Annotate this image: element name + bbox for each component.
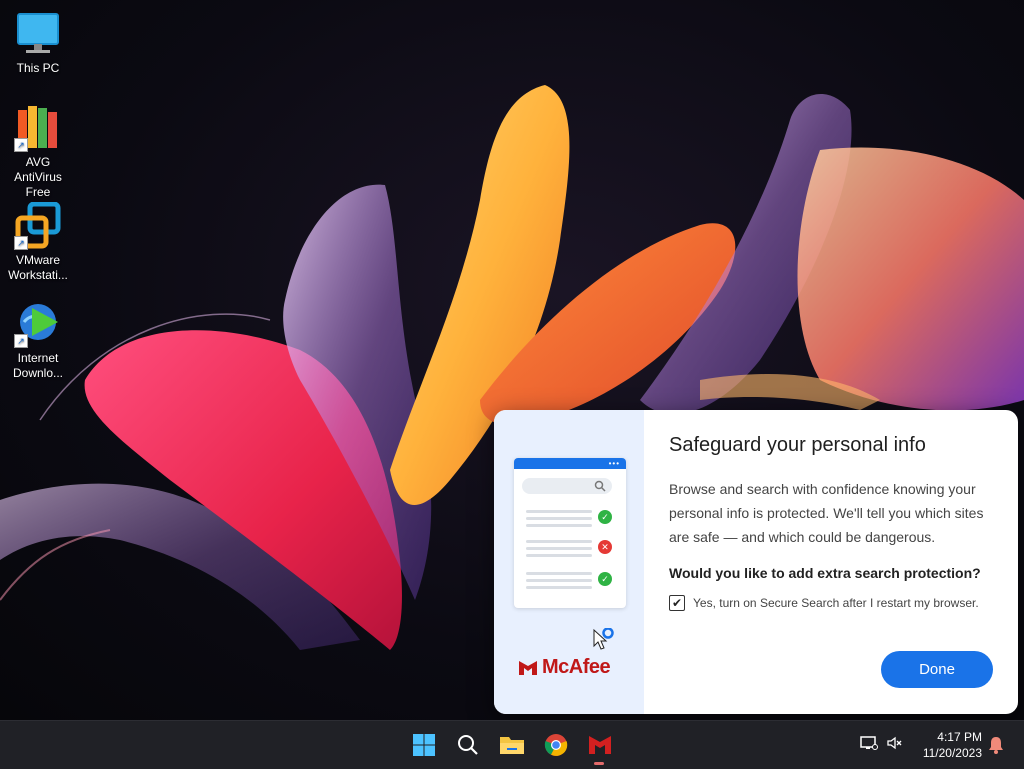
browser-search-bar: [522, 478, 612, 494]
mcafee-popup: ••• ✓ ✕ ✓ McAfee Safeguard your personal…: [494, 410, 1018, 714]
taskbar: 4:17 PM 11/20/2023: [0, 720, 1024, 769]
secure-search-checkbox[interactable]: ✔: [669, 595, 685, 611]
shortcut-arrow-icon: ↗: [14, 236, 28, 250]
desktop-icon-avg[interactable]: ↗ AVG AntiVirus Free: [4, 104, 72, 200]
desktop: This PC ↗ AVG AntiVirus Free ↗ VMware Wo…: [0, 0, 1024, 720]
done-button[interactable]: Done: [881, 651, 993, 688]
safe-check-icon: ✓: [598, 572, 612, 586]
desktop-icon-label: AVG AntiVirus Free: [14, 155, 62, 199]
chrome-icon: [544, 734, 568, 756]
clock-time: 4:17 PM: [937, 730, 982, 744]
popup-description: Browse and search with confidence knowin…: [669, 481, 984, 545]
mcafee-brand-text: McAfee: [542, 656, 611, 678]
mcafee-taskbar-button[interactable]: [584, 729, 616, 761]
vmware-icon: ↗: [14, 201, 62, 250]
active-app-indicator: [594, 762, 604, 765]
popup-content: Safeguard your personal info Browse and …: [669, 434, 999, 611]
avg-icon: ↗: [14, 104, 62, 152]
secure-search-label: Yes, turn on Secure Search after I resta…: [693, 596, 979, 610]
desktop-icon-vmware[interactable]: ↗ VMware Workstati...: [4, 201, 72, 283]
taskbar-clock[interactable]: 4:17 PM 11/20/2023: [914, 729, 982, 761]
mcafee-logo: McAfee: [518, 656, 611, 679]
idm-icon: ↗: [14, 300, 62, 348]
start-icon: [413, 734, 435, 756]
notification-button[interactable]: [988, 721, 1004, 769]
popup-title: Safeguard your personal info: [669, 434, 926, 456]
browser-bar: •••: [514, 458, 626, 469]
secure-search-option[interactable]: ✔ Yes, turn on Secure Search after I res…: [669, 595, 999, 611]
desktop-icon-label: Internet Downlo...: [12, 351, 64, 380]
network-icon[interactable]: [860, 735, 878, 756]
start-button[interactable]: [408, 729, 440, 761]
monitor-icon: [14, 10, 62, 58]
search-icon: [458, 735, 478, 755]
mcafee-icon: [589, 736, 611, 754]
chrome-button[interactable]: [540, 729, 572, 761]
shortcut-arrow-icon: ↗: [14, 138, 28, 152]
desktop-icon-label: VMware Workstati...: [8, 253, 68, 282]
mcafee-shield-icon: [519, 660, 537, 675]
system-tray: [860, 721, 902, 769]
cursor-icon: [592, 627, 614, 657]
search-icon: [594, 480, 606, 492]
volume-muted-icon[interactable]: [886, 735, 902, 756]
desktop-icon-label: This PC: [16, 61, 60, 75]
file-explorer-button[interactable]: [496, 729, 528, 761]
danger-x-icon: ✕: [598, 540, 612, 554]
safe-check-icon: ✓: [598, 510, 612, 524]
taskbar-search-button[interactable]: [452, 729, 484, 761]
clock-date: 11/20/2023: [922, 746, 982, 760]
popup-illustration: ••• ✓ ✕ ✓ McAfee: [494, 410, 644, 714]
popup-question: Would you like to add extra search prote…: [669, 565, 981, 581]
shortcut-arrow-icon: ↗: [14, 334, 28, 348]
notification-bell-icon: [989, 737, 1003, 754]
file-explorer-icon: [500, 737, 524, 754]
desktop-icon-idm[interactable]: ↗ Internet Downlo...: [4, 300, 72, 381]
desktop-icon-this-pc[interactable]: This PC: [4, 10, 72, 76]
browser-illustration: ••• ✓ ✕ ✓: [514, 458, 626, 608]
